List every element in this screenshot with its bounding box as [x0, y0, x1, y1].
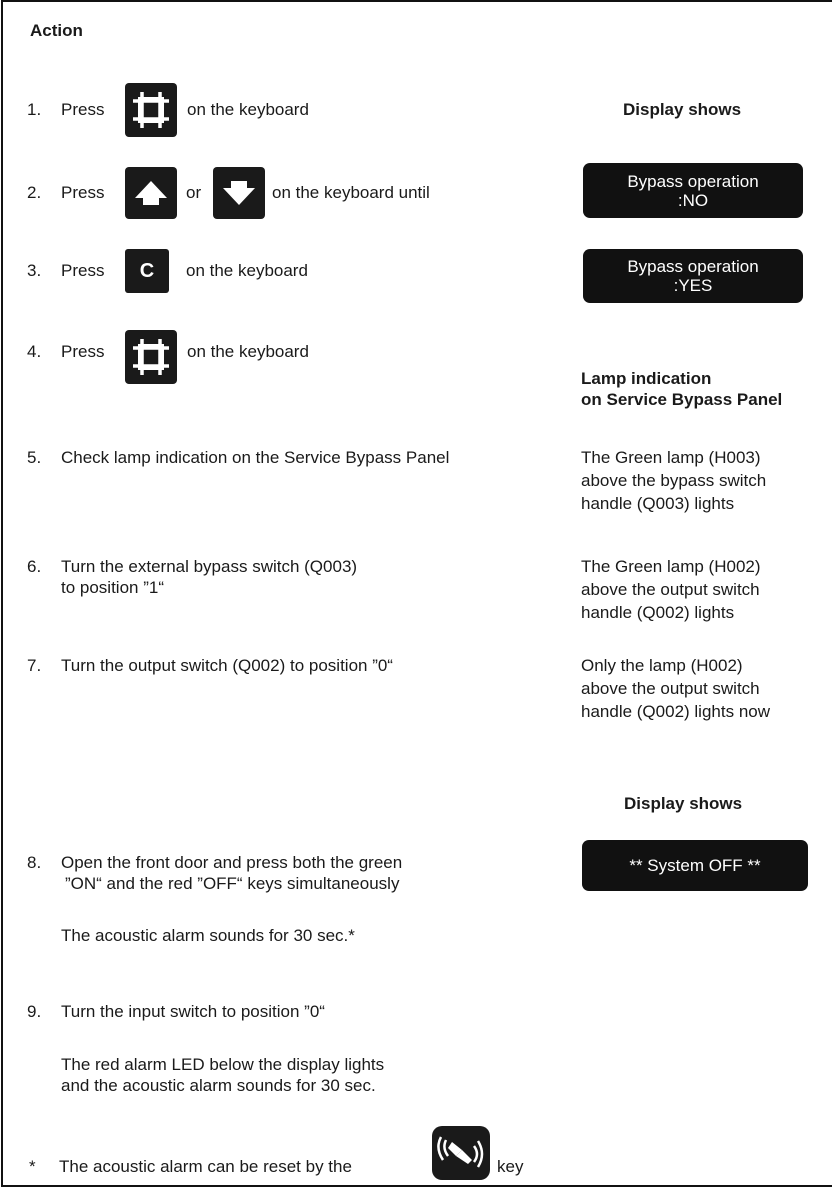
action-heading: Action	[30, 21, 83, 40]
menu-key-icon	[125, 83, 177, 137]
lamp-7-line2: above the output switch	[581, 679, 760, 698]
step-6-number: 6.	[27, 557, 42, 576]
step-6-line2: to position ”1“	[61, 578, 164, 597]
step-1-press: Press	[61, 100, 105, 119]
step-4-press: Press	[61, 342, 105, 361]
step-3-tail: on the keyboard	[186, 261, 308, 280]
step-8-note: The acoustic alarm sounds for 30 sec.*	[61, 926, 355, 945]
display-bypass-yes-line2: :YES	[673, 276, 713, 295]
lamp-6-line3: handle (Q002) lights	[581, 603, 735, 622]
lamp-6-line1: The Green lamp (H002)	[581, 557, 761, 576]
display-system-off-line1: ** System OFF **	[629, 856, 761, 875]
step-1-tail: on the keyboard	[187, 100, 309, 119]
step-4-number: 4.	[27, 342, 42, 361]
arrow-up-icon	[125, 167, 177, 219]
footnote-key-word: key	[497, 1157, 524, 1176]
step-8-number: 8.	[27, 853, 42, 872]
step-2-press: Press	[61, 183, 105, 202]
lamp-5-line2: above the bypass switch	[581, 471, 767, 490]
step-1-number: 1.	[27, 100, 42, 119]
lamp-indication-heading-line1: Lamp indication	[581, 369, 712, 388]
step-4-tail: on the keyboard	[187, 342, 309, 361]
step-5-text: Check lamp indication on the Service Byp…	[61, 448, 450, 467]
lamp-indication-heading-line2: on Service Bypass Panel	[581, 390, 783, 409]
step-9-note1: The red alarm LED below the display ligh…	[61, 1055, 385, 1074]
step-7-number: 7.	[27, 656, 42, 675]
arrow-down-icon	[213, 167, 265, 219]
c-key-icon: C	[125, 249, 169, 293]
step-6-line1: Turn the external bypass switch (Q003)	[61, 557, 358, 576]
step-3-number: 3.	[27, 261, 42, 280]
lamp-7-line3: handle (Q002) lights now	[581, 702, 771, 721]
step-9-number: 9.	[27, 1002, 42, 1021]
display-bypass-yes: Bypass operation :YES	[583, 249, 803, 303]
step-7-text: Turn the output switch (Q002) to positio…	[61, 656, 393, 675]
step-9-note2: and the acoustic alarm sounds for 30 sec…	[61, 1076, 376, 1095]
display-bypass-yes-line1: Bypass operation	[627, 257, 759, 276]
step-8-line1: Open the front door and press both the g…	[61, 853, 403, 872]
display-bypass-no-line1: Bypass operation	[627, 171, 759, 191]
step-3-press: Press	[61, 261, 105, 280]
lamp-6-line2: above the output switch	[581, 580, 760, 599]
step-2-tail: on the keyboard until	[272, 183, 430, 202]
step-2-number: 2.	[27, 183, 42, 202]
footnote-text: The acoustic alarm can be reset by the	[59, 1157, 352, 1176]
lamp-7-line1: Only the lamp (H002)	[581, 656, 743, 675]
step-9-line1: Turn the input switch to position ”0“	[61, 1002, 325, 1021]
display-bypass-no: Bypass operation :NO	[583, 163, 803, 218]
step-2-or: or	[186, 183, 202, 202]
display-shows-heading-1: Display shows	[623, 100, 742, 119]
menu-key-icon	[125, 330, 177, 384]
lamp-5-line3: handle (Q003) lights	[581, 494, 735, 513]
step-5-number: 5.	[27, 448, 42, 467]
display-system-off: ** System OFF **	[582, 840, 808, 891]
display-shows-heading-2: Display shows	[624, 794, 743, 813]
step-8-line2: ”ON“ and the red ”OFF“ keys simultaneous…	[65, 874, 400, 893]
lamp-5-line1: The Green lamp (H003)	[581, 448, 761, 467]
alarm-reset-icon	[432, 1126, 490, 1180]
display-bypass-no-line2: :NO	[677, 190, 709, 210]
footnote-star: *	[29, 1157, 36, 1176]
